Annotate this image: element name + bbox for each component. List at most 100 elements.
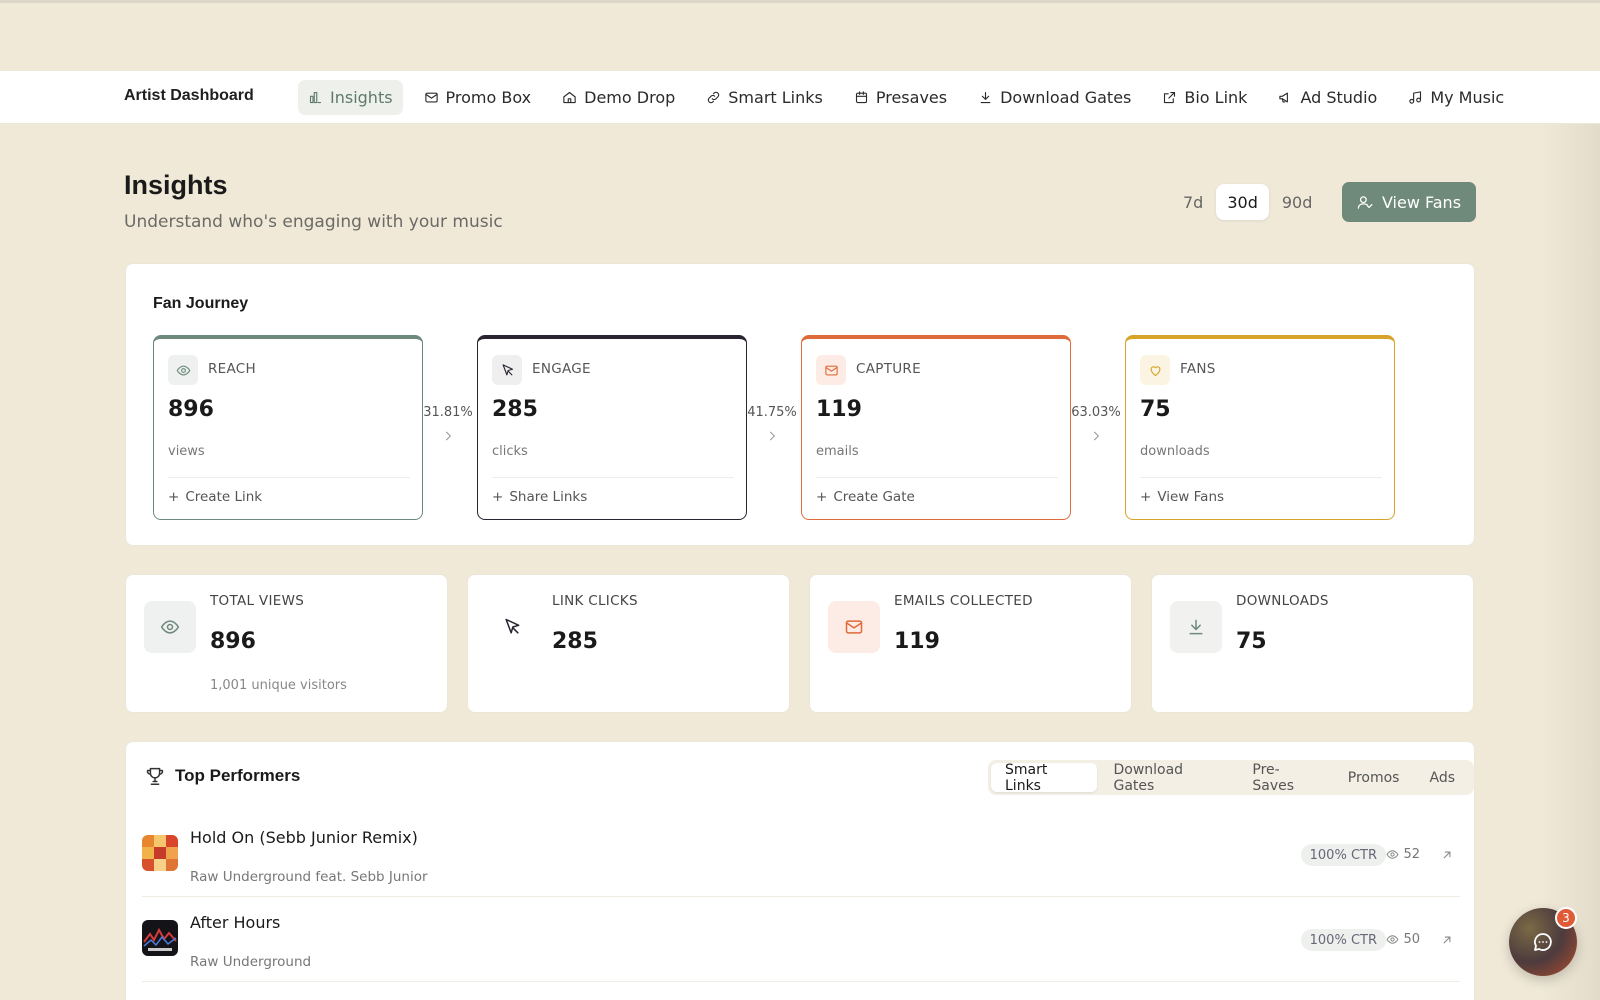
brand-title: Artist Dashboard: [124, 87, 254, 104]
page-shade: [1540, 124, 1600, 1000]
views-value: 50: [1403, 932, 1420, 947]
stat-value: 285: [552, 629, 598, 654]
stat-value: 119: [894, 629, 940, 654]
nav-item-label: Demo Drop: [584, 88, 676, 107]
nav-item-my-music[interactable]: My Music: [1398, 80, 1514, 115]
stage-label: REACH: [208, 361, 256, 377]
music-note-icon: [1409, 91, 1422, 104]
view-fans-label: View Fans: [1381, 192, 1462, 212]
mail-icon: [816, 355, 846, 385]
view-fans-link[interactable]: + View Fans: [1140, 489, 1224, 505]
eye-icon: [1386, 850, 1399, 859]
conversion-rate: 31.81%: [423, 405, 473, 420]
conversion-rate: 63.03%: [1071, 405, 1121, 420]
fan-journey-title: Fan Journey: [153, 295, 249, 312]
stat-label: TOTAL VIEWS: [210, 593, 305, 609]
stat-value: 896: [210, 629, 256, 654]
views-count: 52: [1386, 847, 1420, 862]
megaphone-icon: [1279, 92, 1289, 103]
chat-bubble-icon: [1534, 933, 1552, 951]
create-gate-button[interactable]: + Create Gate: [816, 489, 915, 505]
open-link-icon[interactable]: [1440, 932, 1454, 951]
nav-item-bio-link[interactable]: Bio Link: [1152, 80, 1257, 115]
nav-items: Insights Promo Box Demo Drop Smart Links…: [298, 80, 1525, 115]
chevron-right-icon: [1069, 428, 1123, 447]
table-row[interactable]: Hold On (Sebb Junior Remix) Raw Undergro…: [142, 812, 1460, 897]
track-artist: Raw Underground: [190, 954, 312, 970]
cursor-icon: [486, 601, 538, 653]
stat-link-clicks: LINK CLICKS 285: [467, 574, 790, 713]
heart-icon: [1140, 355, 1170, 385]
stage-label: CAPTURE: [856, 361, 921, 377]
track-artwork: [142, 920, 178, 956]
stage-value: 119: [816, 397, 862, 422]
download-icon: [980, 91, 991, 104]
performer-tabs: Smart Links Download Gates Pre-Saves Pro…: [988, 760, 1474, 795]
calendar-icon: [855, 91, 867, 104]
range-90d-button[interactable]: 90d: [1271, 184, 1324, 220]
ctr-badge: 100% CTR: [1300, 929, 1386, 951]
trophy-icon: [144, 765, 166, 787]
stat-emails-collected: EMAILS COLLECTED 119: [809, 574, 1132, 713]
stage-engage: ENGAGE 285 clicks + Share Links: [477, 335, 747, 520]
range-7d-button[interactable]: 7d: [1172, 184, 1214, 220]
range-30d-button[interactable]: 30d: [1216, 184, 1269, 220]
chevron-right-icon: [745, 428, 799, 447]
nav-item-presaves[interactable]: Presaves: [844, 80, 957, 115]
nav-item-ad-studio[interactable]: Ad Studio: [1268, 80, 1387, 115]
nav-item-label: My Music: [1430, 88, 1505, 107]
nav-item-demo-drop[interactable]: Demo Drop: [552, 80, 685, 115]
mail-icon: [424, 92, 438, 103]
nav-item-label: Ad Studio: [1300, 88, 1378, 107]
open-link-icon[interactable]: [1440, 847, 1454, 866]
stat-label: LINK CLICKS: [552, 593, 638, 609]
stat-value: 75: [1236, 629, 1267, 654]
link-icon: [708, 91, 720, 104]
stage-unit: clicks: [492, 444, 528, 459]
chevron-right-icon: [421, 428, 475, 447]
share-links-button[interactable]: + Share Links: [492, 489, 587, 505]
nav-item-smart-links[interactable]: Smart Links: [696, 80, 833, 115]
track-title: After Hours: [190, 913, 281, 932]
tab-promos[interactable]: Promos: [1334, 763, 1414, 792]
download-icon: [1170, 601, 1222, 653]
notification-badge: 3: [1555, 907, 1577, 929]
view-fans-button[interactable]: View Fans: [1342, 182, 1476, 222]
table-row[interactable]: After Hours Raw Underground 100% CTR 50: [142, 897, 1460, 982]
divider: [1140, 477, 1382, 478]
eye-icon: [168, 355, 198, 385]
stage-capture: CAPTURE 119 emails + Create Gate: [801, 335, 1071, 520]
track-title: Hold On (Sebb Junior Remix): [190, 828, 418, 847]
bar-chart-icon: [309, 91, 322, 104]
stage-unit: emails: [816, 444, 859, 459]
create-link-button[interactable]: + Create Link: [168, 489, 262, 505]
nav-item-label: Smart Links: [728, 88, 823, 107]
tab-ads[interactable]: Ads: [1415, 763, 1469, 792]
divider: [492, 477, 734, 478]
page-subtitle: Understand who's engaging with your musi…: [124, 212, 503, 232]
track-artist: Raw Underground feat. Sebb Junior: [190, 869, 428, 885]
tab-download-gates[interactable]: Download Gates: [1099, 762, 1236, 794]
nav-item-download-gates[interactable]: Download Gates: [968, 80, 1141, 115]
external-link-icon: [1164, 91, 1176, 104]
top-navbar: Artist Dashboard Insights Promo Box Demo…: [0, 71, 1600, 124]
stage-label: FANS: [1180, 361, 1216, 377]
nav-item-insights[interactable]: Insights: [298, 80, 403, 115]
nav-item-label: Promo Box: [445, 88, 532, 107]
top-performers-title: Top Performers: [175, 766, 301, 785]
nav-item-label: Download Gates: [1000, 88, 1132, 107]
views-count: 50: [1386, 932, 1420, 947]
nav-item-promo-box[interactable]: Promo Box: [414, 80, 542, 115]
cursor-icon: [492, 355, 522, 385]
stat-label: DOWNLOADS: [1236, 593, 1329, 609]
eye-icon: [144, 601, 196, 653]
nav-item-label: Presaves: [875, 88, 948, 107]
tab-pre-saves[interactable]: Pre-Saves: [1238, 762, 1331, 794]
tab-smart-links[interactable]: Smart Links: [991, 762, 1098, 794]
top-performers-panel: Top Performers Smart Links Download Gate…: [125, 741, 1475, 1000]
divider: [816, 477, 1058, 478]
conversion-rate: 41.75%: [747, 405, 797, 420]
stage-value: 75: [1140, 397, 1171, 422]
views-value: 52: [1403, 847, 1420, 862]
stage-reach: REACH 896 views + Create Link: [153, 335, 423, 520]
